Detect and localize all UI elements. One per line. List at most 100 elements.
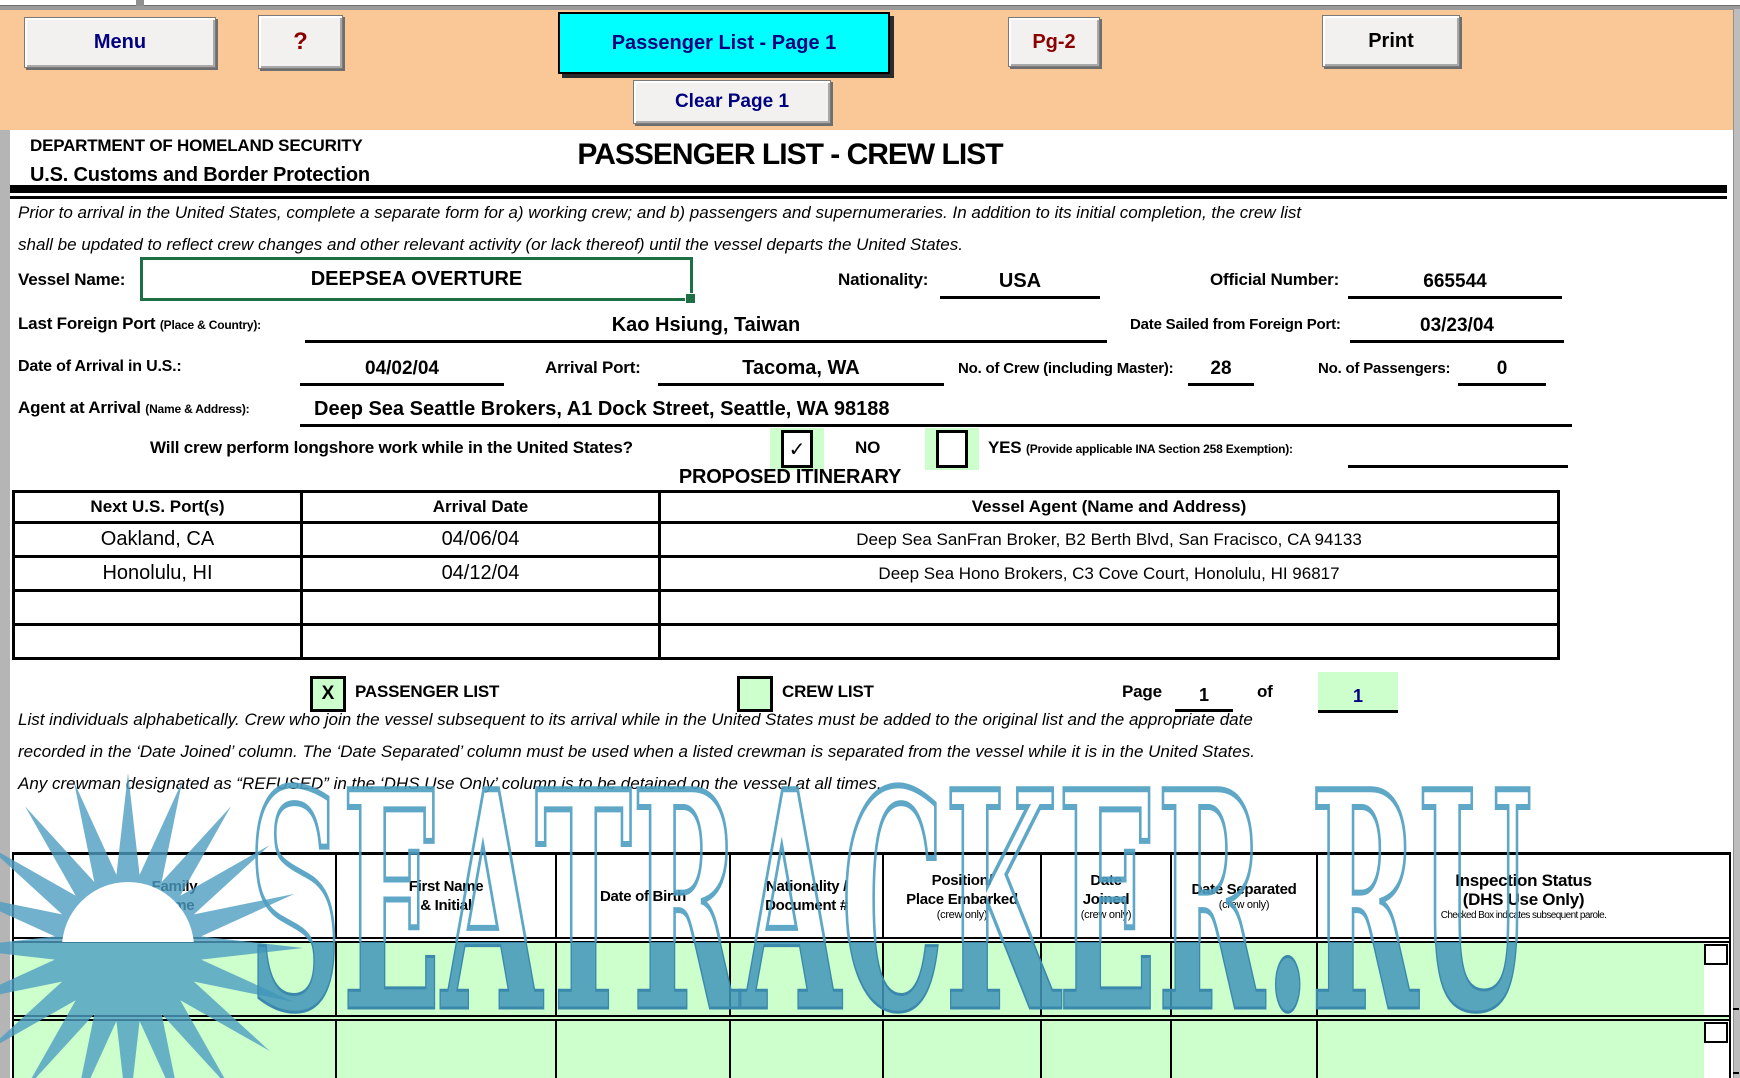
- roster-cell[interactable]: [884, 943, 1042, 1015]
- itinerary-date-cell[interactable]: 04/12/04: [303, 558, 661, 589]
- passenger-list-label: PASSENGER LIST: [355, 682, 499, 702]
- official-number-cell[interactable]: 665544: [1348, 257, 1562, 299]
- longshore-yes-checkbox[interactable]: [936, 430, 968, 468]
- itinerary-agent-cell[interactable]: Deep Sea SanFran Broker, B2 Berth Blvd, …: [661, 524, 1557, 555]
- roster-cell[interactable]: [1042, 1021, 1172, 1078]
- parole-checkbox[interactable]: [1704, 944, 1728, 965]
- date-sailed-cell[interactable]: 03/23/04: [1350, 301, 1564, 343]
- page-total-cell[interactable]: 1: [1318, 672, 1398, 713]
- itinerary-row: [15, 592, 1557, 626]
- roster-cell[interactable]: [14, 1021, 337, 1078]
- header-line: (DHS Use Only): [1463, 890, 1584, 909]
- roster-cell[interactable]: [884, 1021, 1042, 1078]
- itinerary-date-cell[interactable]: [303, 592, 661, 623]
- crew-count-cell[interactable]: 28: [1188, 345, 1254, 386]
- roster-header-position: Position/ Place Embarked (crew only): [884, 855, 1042, 937]
- crew-list-checkbox[interactable]: [737, 676, 773, 712]
- exemption-cell[interactable]: [1348, 430, 1568, 468]
- agent-cell[interactable]: Deep Sea Seattle Brokers, A1 Dock Street…: [300, 385, 1572, 427]
- arrival-port-cell[interactable]: Tacoma, WA: [658, 345, 944, 386]
- roster-header-date-joined: Date Joined (crew only): [1042, 855, 1172, 937]
- header-line: Family: [152, 877, 198, 896]
- page-label: Page: [1122, 682, 1162, 702]
- crew-count-label: No. of Crew (including Master):: [958, 360, 1173, 377]
- list-instructions-line-1: List individuals alphabetically. Crew wh…: [18, 710, 1253, 730]
- roster-cell[interactable]: [1172, 1021, 1318, 1078]
- header-line: Date of Birth: [600, 887, 686, 906]
- itinerary-port-cell[interactable]: [15, 592, 303, 623]
- roster-header-first-name: First Name & Initial: [337, 855, 557, 937]
- roster-header-nationality: Nationality / Document #: [731, 855, 884, 937]
- menu-button[interactable]: Menu: [24, 17, 216, 68]
- agent-label-main: Agent at Arrival: [18, 398, 141, 417]
- parole-strip: [1704, 1021, 1729, 1078]
- roster-inspection-cell[interactable]: [1318, 943, 1729, 1015]
- page1-tab[interactable]: Passenger List - Page 1: [558, 12, 890, 74]
- roster-cell[interactable]: [337, 943, 557, 1015]
- header-note: (crew only): [937, 909, 988, 922]
- roster-cell[interactable]: [1042, 943, 1172, 1015]
- itinerary-date-cell[interactable]: [303, 626, 661, 657]
- roster-header-inspection-status: Inspection Status (DHS Use Only) Checked…: [1318, 855, 1729, 937]
- roster-cell[interactable]: [14, 943, 337, 1015]
- itinerary-header-port: Next U.S. Port(s): [15, 493, 303, 521]
- roster-cell[interactable]: [731, 943, 884, 1015]
- roster-row: [14, 943, 1729, 1021]
- itinerary-row: Oakland, CA 04/06/04 Deep Sea SanFran Br…: [15, 524, 1557, 558]
- header-note: (crew only): [1219, 899, 1270, 912]
- header-line: First Name: [409, 877, 484, 896]
- passenger-count-label: No. of Passengers:: [1318, 360, 1450, 377]
- split-handle[interactable]: [136, 0, 144, 6]
- itinerary-agent-cell[interactable]: [661, 592, 1557, 623]
- longshore-question: Will crew perform longshore work while i…: [150, 438, 633, 458]
- passenger-count-cell[interactable]: 0: [1458, 345, 1546, 386]
- header-line: Date Separated: [1191, 880, 1296, 899]
- roster-cell[interactable]: [1172, 943, 1318, 1015]
- last-foreign-port-label-sub: (Place & Country):: [160, 318, 261, 332]
- help-button[interactable]: ?: [258, 15, 343, 69]
- arrival-date-cell[interactable]: 04/02/04: [300, 345, 504, 386]
- vessel-name-cell[interactable]: DEEPSEA OVERTURE: [140, 257, 693, 301]
- header-note: Checked Box indicates subsequent parole.: [1441, 909, 1607, 922]
- roster-cell[interactable]: [557, 943, 731, 1015]
- longshore-no-checkbox[interactable]: ✓: [781, 430, 813, 468]
- itinerary-date-cell[interactable]: 04/06/04: [303, 524, 661, 555]
- roster-cell[interactable]: [337, 1021, 557, 1078]
- longshore-no-label: NO: [855, 438, 880, 458]
- itinerary-agent-cell[interactable]: Deep Sea Hono Brokers, C3 Cove Court, Ho…: [661, 558, 1557, 589]
- itinerary-port-cell[interactable]: [15, 626, 303, 657]
- last-foreign-port-cell[interactable]: Kao Hsiung, Taiwan: [305, 301, 1107, 343]
- itinerary-port-cell[interactable]: Oakland, CA: [15, 524, 303, 555]
- header-line: Date: [1090, 871, 1121, 890]
- itinerary-row: [15, 626, 1557, 657]
- clear-page1-button[interactable]: Clear Page 1: [633, 80, 831, 124]
- crew-list-label: CREW LIST: [782, 682, 874, 702]
- roster-cell[interactable]: [731, 1021, 884, 1078]
- spreadsheet-window: Menu ? Passenger List - Page 1 Pg-2 Prin…: [0, 0, 1740, 1078]
- print-button[interactable]: Print: [1322, 15, 1460, 67]
- arrival-date-label: Date of Arrival in U.S.:: [18, 358, 182, 376]
- page-number-cell[interactable]: 1: [1175, 675, 1233, 712]
- itinerary-agent-cell[interactable]: [661, 626, 1557, 657]
- roster-row: [14, 1021, 1729, 1078]
- roster-cell[interactable]: [557, 1021, 731, 1078]
- nationality-cell[interactable]: USA: [940, 257, 1100, 299]
- page2-button[interactable]: Pg-2: [1008, 17, 1100, 67]
- longshore-yes-label: YES (Provide applicable INA Section 258 …: [988, 438, 1293, 458]
- roster-inspection-cell[interactable]: [1318, 1021, 1729, 1078]
- form-title: PASSENGER LIST - CREW LIST: [10, 138, 1570, 172]
- roster-header-date-of-birth: Date of Birth: [557, 855, 731, 937]
- official-number-label: Official Number:: [1210, 270, 1339, 290]
- header-line: Name: [155, 896, 195, 915]
- vessel-name-label: Vessel Name:: [18, 270, 125, 290]
- header-line: Joined: [1083, 890, 1130, 909]
- longshore-yes-checkbox-cell: [925, 428, 979, 470]
- window-top-edge: [0, 0, 1740, 10]
- itinerary-port-cell[interactable]: Honolulu, HI: [15, 558, 303, 589]
- parole-checkbox[interactable]: [1704, 1022, 1728, 1043]
- passenger-list-checkbox[interactable]: X: [310, 676, 346, 712]
- itinerary-table: Next U.S. Port(s) Arrival Date Vessel Ag…: [12, 490, 1560, 660]
- itinerary-header-date: Arrival Date: [303, 493, 661, 521]
- roster-header-row: Family Name First Name & Initial Date of…: [14, 855, 1729, 943]
- intro-line-1: Prior to arrival in the United States, c…: [18, 203, 1301, 223]
